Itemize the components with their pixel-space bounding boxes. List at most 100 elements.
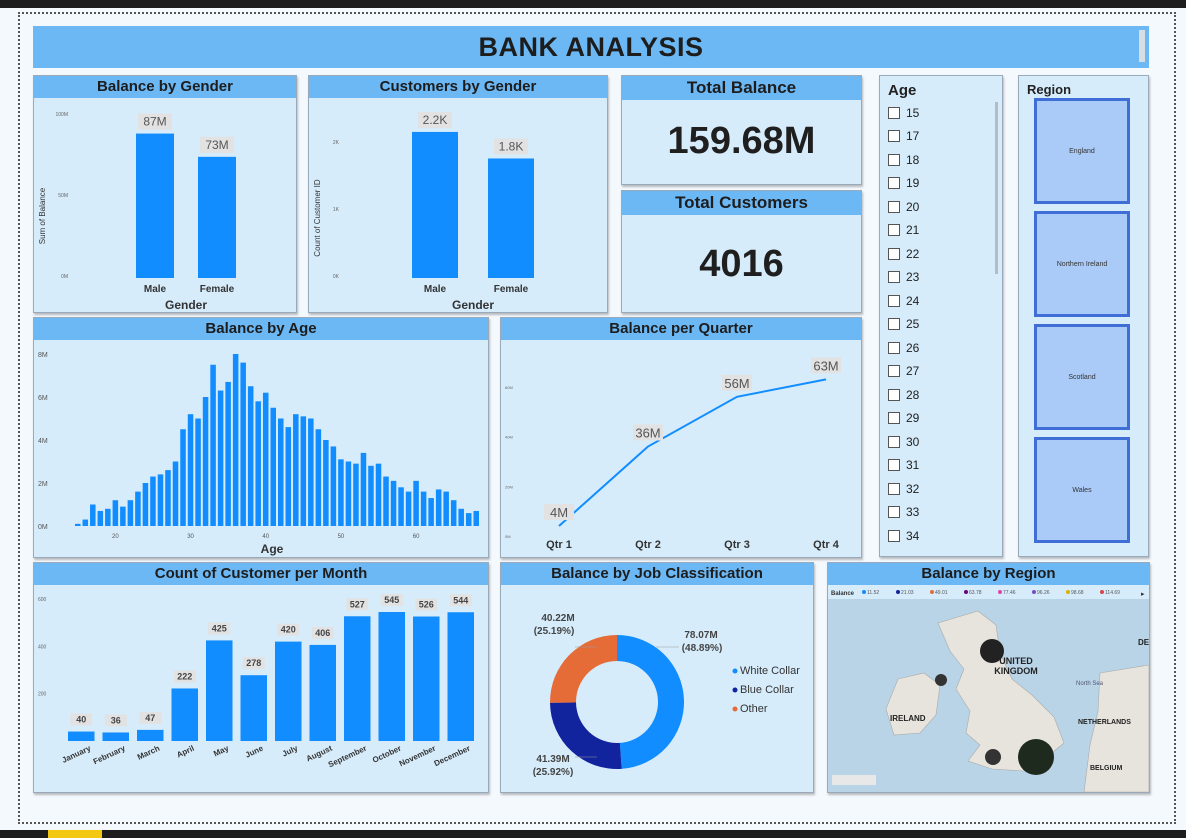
checkbox[interactable] <box>888 130 900 143</box>
age-bar[interactable] <box>353 463 359 526</box>
region-bubble-northern-ireland[interactable] <box>935 674 947 686</box>
total-customers-card[interactable]: Total Customers 4016 <box>621 190 862 313</box>
month-bar[interactable] <box>102 732 130 741</box>
balance-by-region-map[interactable]: Balance 11.52 21.03 49.01 63.78 77.46 96.26 98… <box>828 585 1149 792</box>
age-option[interactable]: 23 <box>880 266 1002 290</box>
checkbox[interactable] <box>888 153 900 166</box>
slicer-scrollbar[interactable] <box>995 102 998 274</box>
age-bar[interactable] <box>450 500 457 526</box>
age-bar[interactable] <box>458 508 464 526</box>
checkbox[interactable] <box>888 318 900 331</box>
legend-item[interactable]: Blue Collar <box>740 684 794 696</box>
age-bar[interactable] <box>398 487 404 526</box>
age-bar[interactable] <box>473 510 479 526</box>
age-option[interactable]: 25 <box>880 313 1002 337</box>
age-bar[interactable] <box>82 519 89 526</box>
age-bar[interactable] <box>323 440 329 526</box>
balance-by-gender-card[interactable]: Balance by Gender Sum of Balance 100M 50… <box>33 75 297 313</box>
checkbox[interactable] <box>888 224 900 237</box>
age-bar[interactable] <box>210 364 216 526</box>
month-bar[interactable] <box>137 729 164 741</box>
age-option[interactable]: 18 <box>880 148 1002 172</box>
region-bubble-england[interactable] <box>1018 739 1054 775</box>
balance-by-job-chart[interactable]: 40.22M (25.19%) 78.07M (48.89%) 41.39M (… <box>501 585 813 792</box>
age-bar[interactable] <box>247 386 254 526</box>
age-option[interactable]: 24 <box>880 289 1002 313</box>
age-bar[interactable] <box>405 491 412 526</box>
age-bar[interactable] <box>443 491 449 526</box>
banner-scrollbar[interactable] <box>1139 30 1145 62</box>
age-bar[interactable] <box>187 414 194 526</box>
checkbox[interactable] <box>888 271 900 284</box>
age-option[interactable]: 34 <box>880 524 1002 548</box>
age-option[interactable]: 17 <box>880 125 1002 149</box>
age-bar[interactable] <box>97 510 104 526</box>
customers-by-gender-chart[interactable]: Count of Customer ID 2K 1K 0K 2.2K 1.8K … <box>309 98 607 312</box>
donut-slice-white-collar[interactable] <box>617 635 685 769</box>
age-option[interactable]: 19 <box>880 172 1002 196</box>
age-bar[interactable] <box>142 483 149 526</box>
total-balance-card[interactable]: Total Balance 159.68M <box>621 75 862 185</box>
age-bar[interactable] <box>195 418 201 527</box>
month-bar[interactable] <box>378 612 406 741</box>
age-bar[interactable] <box>165 470 171 526</box>
age-bar[interactable] <box>278 418 284 527</box>
balance-by-age-chart[interactable]: 8M 6M 4M 2M 0M 20 30 40 50 60 Age <box>34 340 488 557</box>
age-bar[interactable] <box>465 513 472 526</box>
age-option[interactable]: 27 <box>880 360 1002 384</box>
age-bar[interactable] <box>428 498 434 526</box>
region-slicer[interactable]: Region England Northern Ireland Scotland… <box>1018 75 1149 557</box>
age-bar[interactable] <box>75 523 81 526</box>
age-bar[interactable] <box>300 416 307 526</box>
legend-item[interactable]: Other <box>740 703 768 715</box>
age-bar[interactable] <box>240 362 246 526</box>
month-bar[interactable] <box>447 612 475 741</box>
region-tile-northern-ireland[interactable]: Northern Ireland <box>1034 211 1130 317</box>
age-option[interactable]: 33 <box>880 501 1002 525</box>
age-bar[interactable] <box>232 354 239 526</box>
month-bar[interactable] <box>275 641 302 741</box>
age-slicer[interactable]: Age 15 17 18 19 20 21 22 23 24 25 26 27 28 29 30 31 32 33… <box>879 75 1003 557</box>
legend-next-arrow[interactable]: ▸ <box>1141 591 1145 598</box>
age-option[interactable]: 15 <box>880 101 1002 125</box>
page-tab-indicator[interactable] <box>48 830 102 838</box>
month-bar[interactable] <box>309 644 337 741</box>
customer-per-month-chart[interactable]: 600 400 200 40 36 47 222 425 278 420 406 527 545 526… <box>34 585 488 792</box>
age-bar[interactable] <box>293 414 299 526</box>
age-bar[interactable] <box>172 461 179 527</box>
month-bar[interactable] <box>171 688 199 741</box>
age-bar[interactable] <box>135 491 141 526</box>
age-list[interactable]: 15 17 18 19 20 21 22 23 24 25 26 27 28 29 30 31 32 33 34 <box>880 101 1002 548</box>
balance-by-age-card[interactable]: Balance by Age 8M 6M 4M 2M 0M 20 30 40 50 60 Age <box>33 317 489 558</box>
age-option[interactable]: 22 <box>880 242 1002 266</box>
donut-slice-other[interactable] <box>550 635 617 703</box>
age-bar[interactable] <box>127 500 134 526</box>
checkbox[interactable] <box>888 529 900 542</box>
age-option[interactable]: 20 <box>880 195 1002 219</box>
age-option[interactable]: 26 <box>880 336 1002 360</box>
balance-by-region-card[interactable]: Balance by Region Balance 11.52 21.03 49.0… <box>827 562 1150 793</box>
age-bar[interactable] <box>375 463 382 526</box>
age-option[interactable]: 31 <box>880 454 1002 478</box>
age-bar[interactable] <box>330 446 337 526</box>
age-bar[interactable] <box>157 474 164 526</box>
legend-item[interactable]: White Collar <box>740 665 800 677</box>
age-bar[interactable] <box>120 506 126 526</box>
age-bar[interactable] <box>255 401 261 526</box>
balance-per-quarter-chart[interactable]: 60M 40M 20M 0M 4M 36M 56M 63M Qtr 1 Qtr 2 Qtr 3 Q… <box>501 340 861 557</box>
region-bubble-wales[interactable] <box>985 749 1001 765</box>
customer-per-month-card[interactable]: Count of Customer per Month 600 400 200 40… <box>33 562 489 793</box>
age-bar[interactable] <box>383 476 389 526</box>
checkbox[interactable] <box>888 200 900 213</box>
age-bar[interactable] <box>368 465 374 526</box>
age-bar[interactable] <box>345 461 352 527</box>
checkbox[interactable] <box>888 506 900 519</box>
balance-per-quarter-card[interactable]: Balance per Quarter 60M 40M 20M 0M 4M 36M 56M… <box>500 317 862 558</box>
region-tile-wales[interactable]: Wales <box>1034 437 1130 543</box>
age-bar[interactable] <box>308 418 314 527</box>
age-option[interactable]: 32 <box>880 477 1002 501</box>
month-bar[interactable] <box>68 731 95 741</box>
month-bar[interactable] <box>413 616 440 741</box>
checkbox[interactable] <box>888 177 900 190</box>
bar-male[interactable] <box>412 131 458 278</box>
